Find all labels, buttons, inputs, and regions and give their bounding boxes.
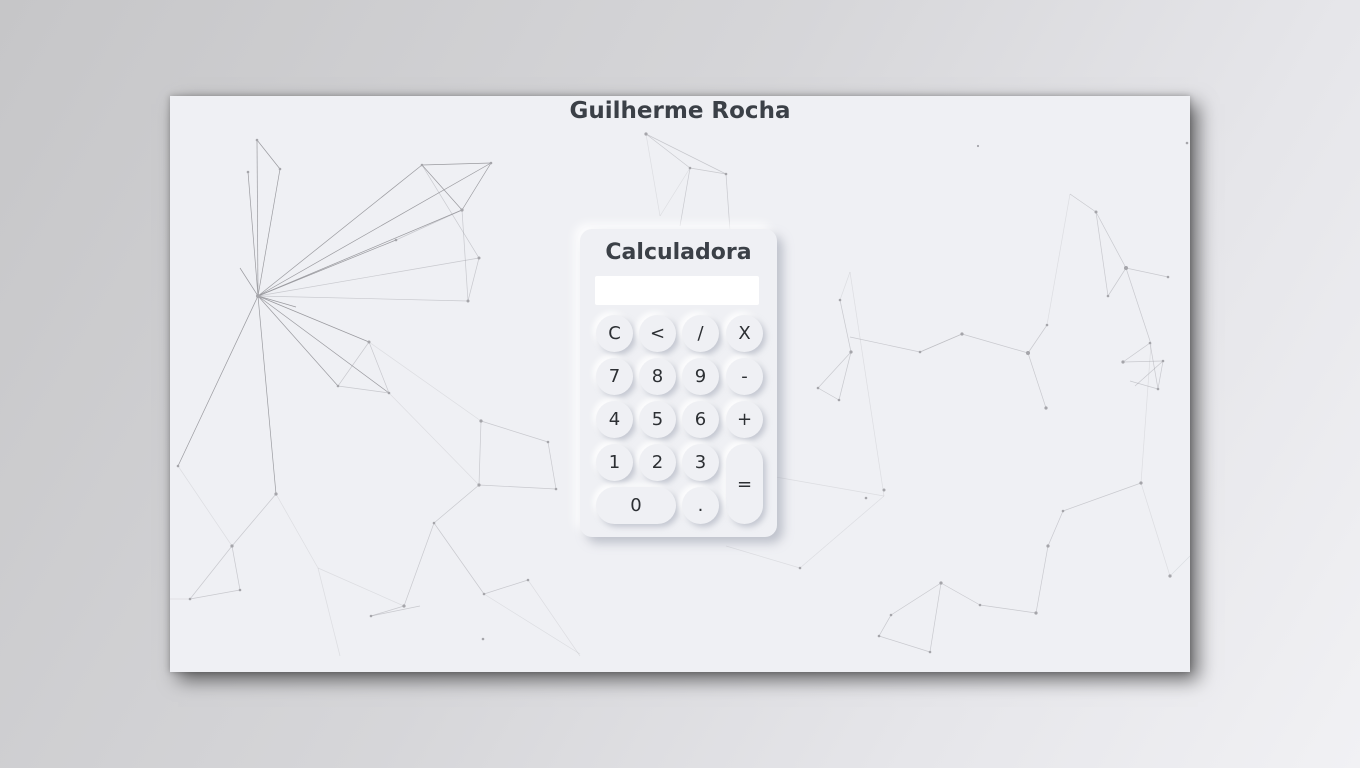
clear-button[interactable]: C (596, 315, 633, 352)
digit-8-button[interactable]: 8 (639, 358, 676, 395)
calculator-display[interactable] (595, 276, 759, 305)
digit-3-button[interactable]: 3 (682, 444, 719, 481)
calculator-title: Calculadora (605, 240, 752, 265)
multiply-button[interactable]: X (726, 315, 763, 352)
calculator-panel: Calculadora C < / X 7 8 9 - 4 5 6 + 1 2 … (580, 229, 777, 537)
divide-button[interactable]: / (682, 315, 719, 352)
minus-button[interactable]: - (726, 358, 763, 395)
digit-7-button[interactable]: 7 (596, 358, 633, 395)
digit-4-button[interactable]: 4 (596, 401, 633, 438)
decimal-button[interactable]: . (682, 487, 719, 524)
digit-9-button[interactable]: 9 (682, 358, 719, 395)
digit-2-button[interactable]: 2 (639, 444, 676, 481)
digit-5-button[interactable]: 5 (639, 401, 676, 438)
digit-0-button[interactable]: 0 (596, 487, 676, 524)
page-title: Guilherme Rocha (569, 98, 791, 124)
equals-button[interactable]: = (726, 444, 763, 524)
digit-6-button[interactable]: 6 (682, 401, 719, 438)
backspace-button[interactable]: < (639, 315, 676, 352)
digit-1-button[interactable]: 1 (596, 444, 633, 481)
app-screen: Guilherme Rocha Calculadora C < / X 7 8 … (170, 96, 1190, 672)
plus-button[interactable]: + (726, 401, 763, 438)
